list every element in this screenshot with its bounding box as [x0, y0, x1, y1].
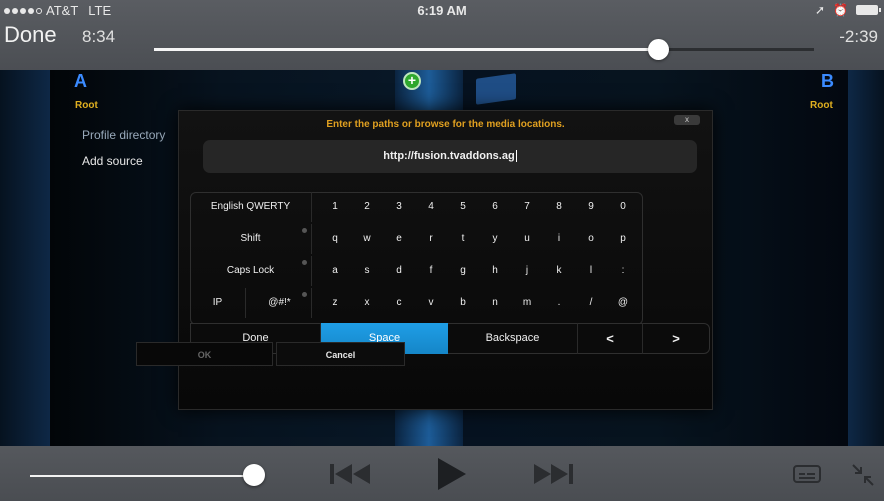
key-0[interactable]: 0 — [608, 192, 638, 222]
key-ip[interactable]: IP — [190, 288, 246, 318]
status-time: 6:19 AM — [417, 3, 467, 18]
key-i[interactable]: i — [544, 224, 574, 254]
key-a[interactable]: a — [320, 256, 350, 286]
key-colon[interactable]: : — [608, 256, 638, 286]
key-h[interactable]: h — [480, 256, 510, 286]
text-caret — [515, 150, 517, 163]
elapsed-time: 8:34 — [82, 27, 116, 46]
key-q[interactable]: q — [320, 224, 350, 254]
background-stripe — [848, 70, 884, 446]
background-stripe — [0, 70, 50, 446]
key-s[interactable]: s — [352, 256, 382, 286]
video-frame: A Root Profile directory Add source B Ro… — [0, 70, 884, 446]
key-9[interactable]: 9 — [576, 192, 606, 222]
key-n[interactable]: n — [480, 288, 510, 318]
battery-icon — [856, 5, 881, 15]
key-f[interactable]: f — [416, 256, 446, 286]
key-at[interactable]: @ — [608, 288, 638, 318]
volume-slider[interactable] — [30, 475, 258, 477]
key-8[interactable]: 8 — [544, 192, 574, 222]
key-v[interactable]: v — [416, 288, 446, 318]
key-z[interactable]: z — [320, 288, 350, 318]
key-5[interactable]: 5 — [448, 192, 478, 222]
dialog-close-button[interactable]: x — [674, 115, 700, 125]
key-e[interactable]: e — [384, 224, 414, 254]
pane-letter-left: A — [74, 71, 87, 91]
key-c[interactable]: c — [384, 288, 414, 318]
key-t[interactable]: t — [448, 224, 478, 254]
scrub-bar[interactable] — [154, 39, 814, 60]
skip-back-icon[interactable] — [330, 463, 372, 485]
alarm-icon: ⏰ — [833, 3, 848, 17]
key-left-arrow[interactable]: < — [578, 323, 643, 354]
key-3[interactable]: 3 — [384, 192, 414, 222]
key-1[interactable]: 1 — [320, 192, 350, 222]
key-x[interactable]: x — [352, 288, 382, 318]
scrub-progress — [154, 48, 658, 51]
minimize-icon[interactable] — [851, 463, 875, 487]
ok-button[interactable]: OK — [136, 342, 273, 366]
key-j[interactable]: j — [512, 256, 542, 286]
key-w[interactable]: w — [352, 224, 382, 254]
playback-controls-bar — [0, 446, 884, 501]
key-shift[interactable]: Shift — [190, 224, 312, 254]
remaining-time: -2:39 — [839, 27, 878, 46]
path-input[interactable]: http://fusion.tvaddons.ag — [203, 140, 697, 173]
key-2[interactable]: 2 — [352, 192, 382, 222]
key-layout-english-qwerty[interactable]: English QWERTY — [190, 192, 312, 222]
scrub-handle[interactable] — [647, 39, 669, 60]
key-d[interactable]: d — [384, 256, 414, 286]
key-r[interactable]: r — [416, 224, 446, 254]
pane-root-right: Root — [810, 100, 833, 111]
key-6[interactable]: 6 — [480, 192, 510, 222]
cancel-button[interactable]: Cancel — [276, 342, 405, 366]
key-indicator-icon — [302, 260, 307, 265]
location-icon: ➚ — [814, 3, 826, 17]
dialog-heading: Enter the paths or browse for the media … — [326, 119, 565, 130]
add-source-icon: + — [403, 72, 421, 90]
play-icon[interactable] — [438, 458, 466, 490]
key-y[interactable]: y — [480, 224, 510, 254]
source-item-add-source[interactable]: Add source — [82, 154, 143, 168]
key-period[interactable]: . — [544, 288, 574, 318]
status-bar: AT&T LTE 6:19 AM ➚ ⏰ — [0, 0, 884, 20]
skip-forward-icon[interactable] — [532, 463, 574, 485]
key-g[interactable]: g — [448, 256, 478, 286]
key-l[interactable]: l — [576, 256, 606, 286]
key-p[interactable]: p — [608, 224, 638, 254]
key-backspace[interactable]: Backspace — [448, 323, 578, 354]
key-m[interactable]: m — [512, 288, 542, 318]
key-k[interactable]: k — [544, 256, 574, 286]
done-button[interactable]: Done — [4, 22, 57, 48]
key-indicator-icon — [302, 292, 307, 297]
source-item-profile-directory[interactable]: Profile directory — [82, 128, 165, 142]
key-7[interactable]: 7 — [512, 192, 542, 222]
volume-handle[interactable] — [243, 464, 265, 486]
key-4[interactable]: 4 — [416, 192, 446, 222]
path-input-value: http://fusion.tvaddons.ag — [383, 150, 515, 162]
video-top-bar: AT&T LTE 6:19 AM ➚ ⏰ Done 8:34 -2:39 — [0, 0, 884, 70]
key-indicator-icon — [302, 228, 307, 233]
key-b[interactable]: b — [448, 288, 478, 318]
key-right-arrow[interactable]: > — [643, 323, 709, 354]
key-o[interactable]: o — [576, 224, 606, 254]
key-u[interactable]: u — [512, 224, 542, 254]
subtitles-icon[interactable] — [793, 465, 823, 485]
pane-root-left: Root — [75, 100, 98, 111]
key-slash[interactable]: / — [576, 288, 606, 318]
key-caps-lock[interactable]: Caps Lock — [190, 256, 312, 286]
pane-letter-right: B — [821, 71, 834, 91]
